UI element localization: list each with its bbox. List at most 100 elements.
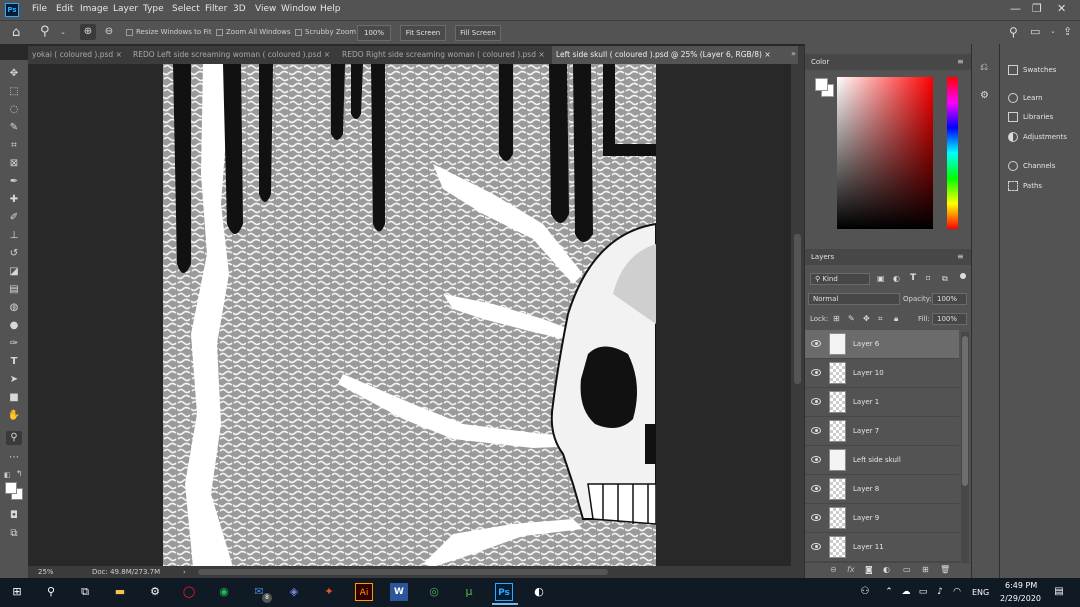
- status-arrow-icon[interactable]: ›: [183, 566, 186, 578]
- photoshop-taskbar-icon[interactable]: Ps: [492, 583, 518, 605]
- pen-tool-icon[interactable]: ✑: [6, 337, 22, 351]
- photoshop-logo-icon[interactable]: Ps: [5, 3, 19, 17]
- lock-position-icon[interactable]: ✥: [863, 314, 870, 323]
- visibility-eye-icon[interactable]: [811, 514, 821, 521]
- battery-icon[interactable]: ▭: [914, 583, 932, 601]
- layer-row[interactable]: Layer 9: [805, 504, 959, 533]
- layer-name[interactable]: Layer 7: [853, 427, 879, 435]
- windows-start-icon[interactable]: ⊞: [8, 583, 26, 601]
- panel-menu-icon[interactable]: ≡: [957, 57, 964, 66]
- visibility-eye-icon[interactable]: [811, 427, 821, 434]
- blend-mode-select[interactable]: Normal: [808, 293, 900, 305]
- utorrent-icon[interactable]: μ: [460, 583, 478, 601]
- artwork-canvas[interactable]: [163, 64, 656, 567]
- tab-close-icon[interactable]: ×: [538, 50, 544, 59]
- filter-type-icon[interactable]: T: [910, 273, 916, 283]
- visibility-eye-icon[interactable]: [811, 485, 821, 492]
- blur-tool-icon[interactable]: ◍: [6, 301, 22, 315]
- chevron-down-icon[interactable]: ⌄: [60, 28, 66, 36]
- search-icon[interactable]: ⚲: [1009, 25, 1018, 39]
- layer-thumbnail[interactable]: [829, 391, 846, 413]
- resize-windows-checkbox[interactable]: [126, 29, 133, 36]
- history-brush-tool-icon[interactable]: ↺: [6, 247, 22, 261]
- clock-time[interactable]: 6:49 PM: [1005, 581, 1037, 590]
- history-panel-icon[interactable]: ⎌: [980, 62, 988, 73]
- menu-view[interactable]: View: [255, 4, 276, 14]
- opacity-field[interactable]: 100%: [932, 293, 967, 305]
- hand-tool-icon[interactable]: ✋: [6, 409, 22, 423]
- paths-panel-button[interactable]: Paths: [1008, 179, 1078, 193]
- tab-yokai[interactable]: yokai ( coloured ).psd ×: [28, 46, 126, 64]
- layer-row[interactable]: Layer 7: [805, 417, 959, 446]
- share-icon[interactable]: ⇪: [1063, 25, 1072, 38]
- zoom-all-checkbox[interactable]: [216, 29, 223, 36]
- new-layer-icon[interactable]: ⊞: [922, 565, 929, 574]
- visibility-eye-icon[interactable]: [811, 369, 821, 376]
- menu-filter[interactable]: Filter: [205, 4, 227, 14]
- lasso-tool-icon[interactable]: ◌: [6, 103, 22, 117]
- crop-tool-icon[interactable]: ⌗: [6, 139, 22, 153]
- hue-slider[interactable]: [947, 77, 958, 229]
- layer-row[interactable]: Layer 8: [805, 475, 959, 504]
- fx-icon[interactable]: fx: [847, 565, 855, 574]
- filter-pixel-icon[interactable]: ▣: [877, 274, 885, 283]
- menu-file[interactable]: File: [32, 4, 47, 14]
- visibility-eye-icon[interactable]: [811, 543, 821, 550]
- healing-brush-tool-icon[interactable]: ✚: [6, 193, 22, 207]
- volume-icon[interactable]: ♪: [931, 583, 949, 601]
- layer-name[interactable]: Layer 11: [853, 543, 884, 551]
- zoom-level[interactable]: 25%: [38, 566, 54, 578]
- eraser-tool-icon[interactable]: ◪: [6, 265, 22, 279]
- layer-thumbnail[interactable]: [829, 420, 846, 442]
- layer-row[interactable]: Left side skull: [805, 446, 959, 475]
- adjustment-layer-icon[interactable]: ◐: [883, 565, 890, 574]
- layer-row[interactable]: Layer 10: [805, 359, 959, 388]
- layer-thumbnail[interactable]: [829, 333, 846, 355]
- cloud-icon[interactable]: ☁: [897, 583, 915, 601]
- lock-transparent-icon[interactable]: ⊞: [833, 314, 840, 323]
- tab-left-side-skull[interactable]: Left side skull ( coloured ).psd @ 25% (…: [552, 46, 798, 64]
- filter-shape-icon[interactable]: ⌑: [926, 274, 930, 283]
- tab-redo-right[interactable]: REDO Right side screaming woman ( colour…: [338, 46, 550, 64]
- workspace-chevron-icon[interactable]: ⌄: [1050, 27, 1056, 35]
- menu-edit[interactable]: Edit: [56, 4, 73, 14]
- lock-paint-icon[interactable]: ✎: [848, 314, 855, 323]
- channels-panel-button[interactable]: Channels: [1008, 159, 1078, 173]
- eyedropper-tool-icon[interactable]: ✒: [6, 175, 22, 189]
- tab-close-icon[interactable]: ×: [764, 50, 770, 59]
- illustrator-icon[interactable]: Ai: [355, 583, 373, 601]
- zoom-tool-icon[interactable]: ⚲: [40, 24, 50, 39]
- fill-field[interactable]: 100%: [932, 313, 967, 325]
- layer-name[interactable]: Layer 6: [853, 340, 879, 348]
- filter-toggle-icon[interactable]: [960, 273, 966, 279]
- link-layers-icon[interactable]: ⊖: [830, 565, 837, 574]
- color-field[interactable]: [837, 77, 933, 229]
- quick-mask-icon[interactable]: ◘: [6, 509, 22, 523]
- menu-select[interactable]: Select: [172, 4, 200, 14]
- menu-type[interactable]: Type: [143, 4, 164, 14]
- visibility-eye-icon[interactable]: [811, 398, 821, 405]
- swap-colors-icon[interactable]: ↰: [16, 469, 23, 478]
- discord-icon[interactable]: ◈: [285, 583, 303, 601]
- menu-3d[interactable]: 3D: [233, 4, 246, 14]
- new-group-icon[interactable]: ▭: [903, 565, 911, 574]
- menu-help[interactable]: Help: [320, 4, 341, 14]
- close-icon[interactable]: ✕: [1057, 2, 1066, 15]
- word-icon[interactable]: W: [390, 583, 408, 601]
- layer-name[interactable]: Left side skull: [853, 456, 901, 464]
- settings-icon[interactable]: ⚙: [146, 583, 164, 601]
- layer-filter-select[interactable]: ⚲ Kind: [810, 273, 870, 285]
- zoom-tool-icon[interactable]: ⚲: [6, 431, 22, 445]
- layer-thumbnail[interactable]: [829, 449, 846, 471]
- restore-icon[interactable]: ❐: [1032, 2, 1042, 15]
- horizontal-scrollbar[interactable]: [198, 569, 608, 575]
- wallpaper-icon[interactable]: ✦: [320, 583, 338, 601]
- layer-thumbnail[interactable]: [829, 507, 846, 529]
- layer-thumbnail[interactable]: [829, 478, 846, 500]
- shape-tool-icon[interactable]: ■: [6, 391, 22, 405]
- more-tools-icon[interactable]: ⋯: [6, 451, 22, 465]
- spotify-icon[interactable]: ◉: [215, 583, 233, 601]
- marquee-tool-icon[interactable]: ⬚: [6, 85, 22, 99]
- lock-all-icon[interactable]: 🔒︎: [894, 314, 898, 324]
- menu-layer[interactable]: Layer: [113, 4, 138, 14]
